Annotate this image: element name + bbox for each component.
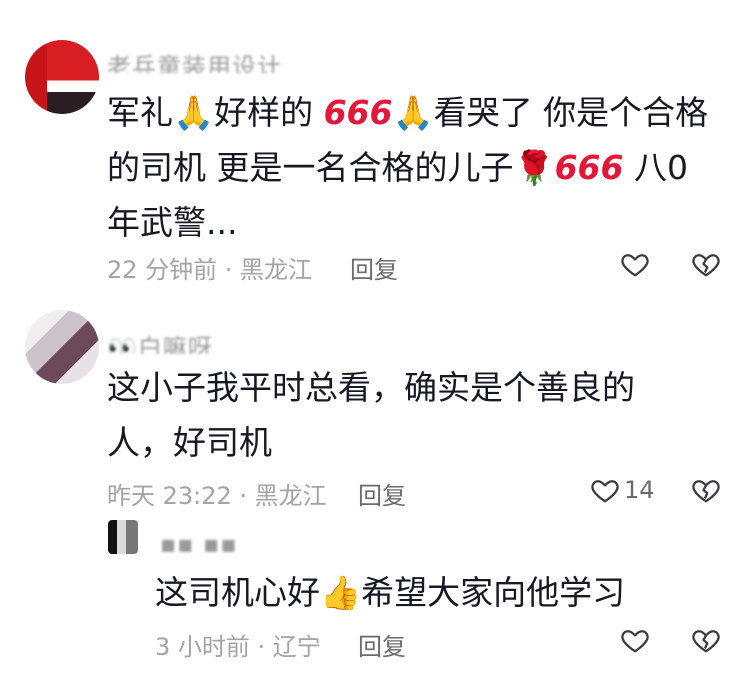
broken-heart-icon[interactable]: [691, 625, 721, 655]
heart-outline-icon[interactable]: [620, 625, 650, 655]
broken-heart-icon[interactable]: [691, 249, 721, 279]
broken-heart-icon[interactable]: [691, 475, 721, 505]
username[interactable]: 👀白嘛呀: [107, 328, 237, 354]
username[interactable]: 老兵童装用设计: [107, 47, 347, 73]
reply-button[interactable]: 回复: [358, 627, 406, 662]
avatar[interactable]: [25, 40, 99, 114]
comment-text: 这司机心好👍希望大家向他学习: [155, 573, 626, 612]
avatar[interactable]: [25, 310, 99, 384]
comment-text: 这小子我平时总看，确实是个善良的 人，好司机: [107, 368, 635, 462]
heart-outline-icon[interactable]: [620, 249, 650, 279]
comment-meta: 22 分钟前 · 黑龙江: [107, 256, 313, 284]
heart-outline-icon[interactable]: [590, 475, 620, 505]
reply-button[interactable]: 回复: [350, 250, 398, 285]
avatar[interactable]: [108, 520, 138, 554]
like-count: 14: [624, 476, 655, 504]
username[interactable]: ▪▪ ▪▪: [160, 530, 270, 556]
comment-meta: 3 小时前 · 辽宁: [155, 633, 321, 661]
reply-button[interactable]: 回复: [358, 476, 406, 511]
comment-meta: 昨天 23:22 · 黑龙江: [107, 482, 327, 510]
comment-text: 军礼🙏好样的 666🙏看哭了 你是个合格 的司机 更是一名合格的儿子🌹666 八…: [107, 93, 709, 242]
